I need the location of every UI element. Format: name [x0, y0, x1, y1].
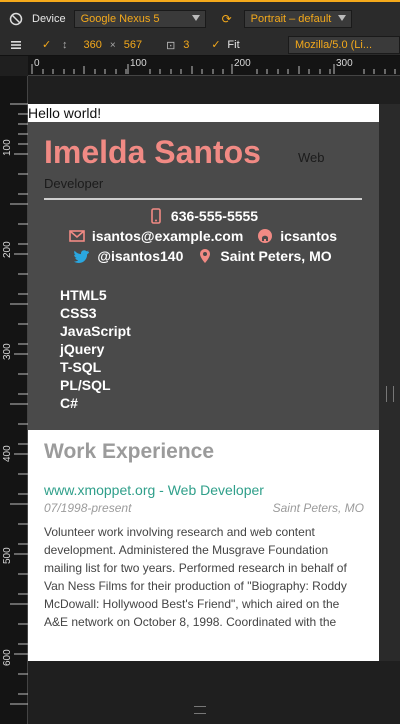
contact-info: 636-555-5555 isantos@example.com icsanto… — [44, 206, 362, 266]
toolbar-row-device: Device Google Nexus 5 ⟳ Portrait – defau… — [0, 6, 400, 32]
twitter-item[interactable]: @isantos140 — [74, 248, 183, 264]
ruler-label: 200 — [2, 241, 13, 258]
job-role-continued: Developer — [44, 176, 104, 191]
ruler-ticks — [10, 103, 28, 705]
divider — [44, 198, 362, 200]
github-text: icsantos — [280, 228, 338, 244]
person-name: Imelda Santos — [44, 134, 261, 170]
resize-icon: ↕ — [62, 39, 68, 51]
contact-row: @isantos140 Saint Peters, MO — [44, 246, 362, 266]
email-text: isantos@example.com — [91, 228, 244, 244]
grip-icon — [386, 386, 394, 402]
ruler-label: 300 — [336, 58, 353, 69]
rotate-icon[interactable]: ⟳ — [218, 10, 236, 28]
orientation-select-value: Portrait – default — [250, 13, 332, 25]
location-text: Saint Peters, MO — [220, 248, 332, 264]
checkbox-icon[interactable]: ✓ — [42, 39, 54, 51]
skill-item: PL/SQL — [60, 377, 111, 393]
bottom-grip-icon[interactable] — [194, 706, 206, 714]
height-value[interactable]: 567 — [124, 39, 142, 51]
ruler-label: 0 — [34, 58, 40, 69]
chevron-down-icon — [337, 15, 346, 21]
skill-item: C# — [60, 395, 78, 411]
ruler-label: 600 — [2, 649, 13, 666]
ruler-label: 300 — [2, 343, 13, 360]
skills-list: HTML5 CSS3 JavaScript jQuery T-SQL PL/SQ… — [60, 286, 131, 412]
github-icon — [257, 228, 273, 244]
horizontal-resize-area — [28, 661, 379, 724]
scale-icon: ⊡ — [166, 39, 176, 52]
device-emulator: Device Google Nexus 5 ⟳ Portrait – defau… — [0, 0, 400, 724]
section-title: Work Experience — [44, 440, 215, 463]
resume-header: Imelda Santos Web Developer 636-555-5555 — [28, 122, 379, 430]
skill-item: T-SQL — [60, 359, 102, 375]
vertical-resize-handle[interactable] — [379, 104, 400, 661]
twitter-icon — [74, 248, 90, 264]
phone-item[interactable]: 636-555-5555 — [148, 208, 258, 224]
device-select[interactable]: Google Nexus 5 — [73, 10, 206, 28]
chevron-down-icon — [191, 15, 200, 21]
contact-row: 636-555-5555 — [44, 206, 362, 226]
job-role: Web — [298, 150, 325, 165]
phone-icon — [148, 208, 164, 224]
job-link[interactable]: www.xmoppet.org - Web Developer — [44, 482, 364, 498]
user-agent-field[interactable]: Mozilla/5.0 (Li... — [288, 36, 400, 54]
ruler-label: 200 — [234, 58, 251, 69]
skill-item: JavaScript — [60, 323, 131, 339]
ruler-label: 400 — [2, 445, 13, 462]
device-label: Device — [32, 13, 66, 25]
ruler-label: 100 — [130, 58, 147, 69]
skill-item: CSS3 — [60, 305, 97, 321]
fit-checkbox-icon[interactable]: ✓ — [211, 39, 223, 51]
ruler-label: 100 — [2, 139, 13, 156]
job-meta: 07/1998-present Saint Peters, MO — [44, 501, 364, 515]
twitter-text: @isantos140 — [97, 248, 184, 264]
device-toolbar: Device Google Nexus 5 ⟳ Portrait – defau… — [0, 0, 400, 56]
job-description: Volunteer work involving research and we… — [44, 525, 347, 629]
scale-value[interactable]: 3 — [183, 39, 189, 51]
ruler-horizontal: 0 100 200 300 — [28, 56, 400, 76]
ruler-vertical: 100 200 300 400 500 600 — [0, 76, 28, 724]
user-agent-value: Mozilla/5.0 (Li... — [295, 39, 373, 51]
map-pin-icon — [197, 248, 213, 264]
device-select-value: Google Nexus 5 — [80, 13, 160, 25]
fit-label: Fit — [227, 39, 240, 51]
location-item[interactable]: Saint Peters, MO — [197, 248, 332, 264]
toolbar-row-size: ✓ ↕ 360 × 567 ⊡ 3 ✓ Fit Mozilla/5.0 (Li.… — [0, 32, 400, 58]
orientation-select[interactable]: Portrait – default — [243, 10, 352, 28]
hello-text: Hello world! — [28, 105, 102, 121]
email-item[interactable]: isantos@example.com — [69, 228, 243, 244]
times-symbol: × — [109, 39, 116, 51]
mail-icon — [69, 228, 85, 244]
work-experience-section: Work Experience www.xmoppet.org - Web De… — [44, 440, 364, 631]
job-dates: 07/1998-present — [44, 501, 132, 515]
contact-row: isantos@example.com icsantos — [44, 226, 362, 246]
ruler-label: 500 — [2, 547, 13, 564]
emulated-viewport[interactable]: Hello world! Imelda Santos Web Developer… — [28, 104, 379, 661]
phone-text: 636-555-5555 — [170, 208, 259, 224]
job-location: Saint Peters, MO — [272, 501, 364, 515]
skill-item: HTML5 — [60, 287, 107, 303]
github-item[interactable]: icsantos — [257, 228, 337, 244]
block-icon[interactable] — [0, 12, 32, 26]
menu-icon[interactable] — [0, 38, 32, 52]
width-value[interactable]: 360 — [84, 39, 102, 51]
skill-item: jQuery — [60, 341, 105, 357]
